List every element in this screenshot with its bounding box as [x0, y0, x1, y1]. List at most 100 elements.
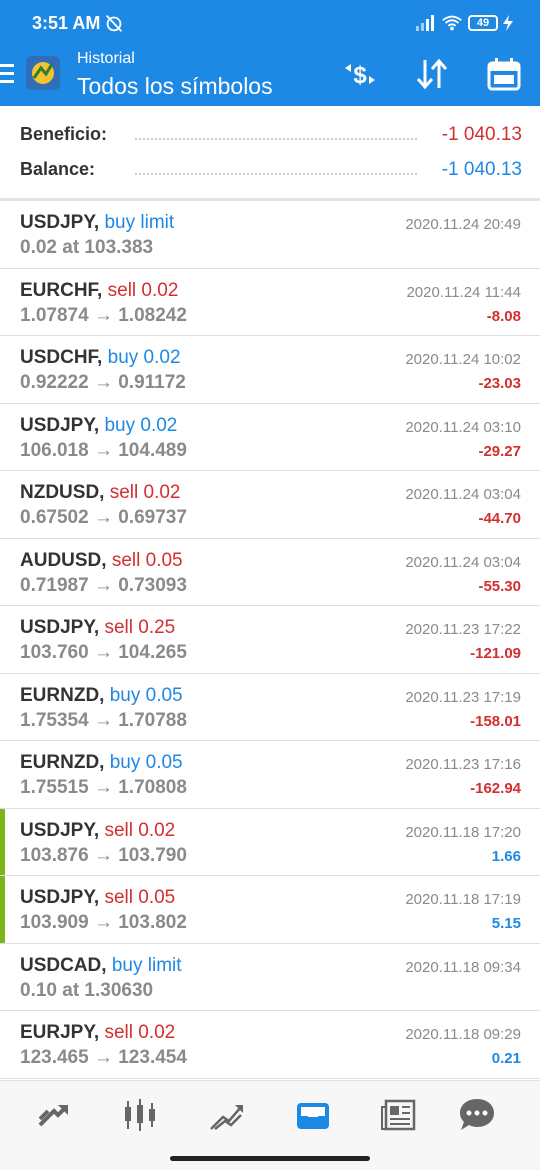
home-indicator[interactable]	[170, 1156, 370, 1161]
trade-list: USDJPY, buy limit 0.02 at 103.383 2020.1…	[0, 201, 540, 1079]
charging-icon	[503, 15, 513, 31]
trade-type: buy limit	[111, 954, 182, 976]
trade-profit: -121.09	[470, 645, 521, 662]
trade-symbol: NZDUSD,	[20, 482, 105, 503]
trade-symbol: USDJPY,	[20, 414, 100, 436]
trade-row[interactable]: USDJPY, sell 0.05 103.909 → 103.802 2020…	[0, 876, 540, 944]
page-subtitle: Historial	[77, 50, 135, 67]
trade-row[interactable]: NZDUSD, sell 0.02 0.67502 → 0.69737 2020…	[0, 471, 540, 539]
trade-type: buy 0.02	[107, 347, 181, 368]
trade-symbol: USDCAD,	[20, 954, 107, 976]
trade-type: sell 0.02	[104, 1022, 176, 1043]
trade-prices: 0.92222 → 0.91172	[20, 372, 186, 393]
chart-icon[interactable]	[120, 1095, 160, 1135]
currency-exchange-icon[interactable]: $	[340, 54, 380, 94]
trade-icon[interactable]	[207, 1095, 247, 1135]
trade-symbol: USDJPY,	[20, 819, 100, 841]
trade-type: sell 0.02	[107, 279, 179, 301]
trade-symbol: USDCHF,	[20, 347, 103, 368]
trade-row[interactable]: EURJPY, sell 0.02 123.465 → 123.454 2020…	[0, 1011, 540, 1079]
calendar-icon[interactable]	[484, 54, 524, 94]
trade-date: 2020.11.24 10:02	[405, 351, 521, 368]
trade-profit: -55.30	[478, 577, 521, 595]
trade-profit: -23.03	[478, 375, 521, 392]
trade-prices: 0.02 at 103.383	[20, 237, 154, 258]
trade-profit: -29.27	[478, 442, 521, 460]
trade-prices: 1.75354 → 1.70788	[20, 709, 187, 731]
trade-type: buy 0.05	[109, 684, 183, 706]
trade-prices: 123.465 → 123.454	[20, 1047, 187, 1068]
trade-type: buy 0.02	[104, 414, 178, 436]
profit-label: Beneficio:	[20, 124, 108, 144]
trade-prices: 1.07874 → 1.08242	[20, 304, 187, 326]
trade-row[interactable]: USDCHF, buy 0.02 0.92222 → 0.91172 2020.…	[0, 336, 540, 404]
trade-date: 2020.11.23 17:19	[405, 688, 521, 706]
trade-row[interactable]: USDCAD, buy limit 0.10 at 1.30630 2020.1…	[0, 943, 540, 1011]
top-bar: 3:51 AM 49 Historial Todos los símbolos …	[0, 0, 540, 106]
wifi-icon	[442, 15, 462, 31]
trade-date: 2020.11.18 09:29	[405, 1026, 521, 1043]
news-icon[interactable]	[380, 1095, 420, 1135]
status-time: 3:51 AM	[32, 13, 101, 33]
trade-date: 2020.11.23 17:22	[405, 621, 521, 638]
trade-symbol: USDJPY,	[20, 617, 100, 638]
trade-date: 2020.11.24 03:10	[405, 418, 521, 436]
trade-type: sell 0.05	[104, 887, 176, 908]
svg-text:$: $	[353, 62, 367, 89]
menu-icon[interactable]	[0, 64, 16, 86]
trade-date: 2020.11.18 09:34	[405, 958, 521, 976]
status-bar: 3:51 AM 49	[0, 0, 540, 46]
trade-symbol: EURCHF,	[20, 279, 103, 301]
trade-date: 2020.11.18 17:19	[405, 891, 521, 908]
trade-row[interactable]: USDJPY, sell 0.25 103.760 → 104.265 2020…	[0, 606, 540, 674]
balance-value: -1 040.13	[441, 159, 522, 180]
history-icon[interactable]	[293, 1095, 333, 1135]
signal-icon	[416, 15, 434, 31]
page-title[interactable]: Todos los símbolos	[77, 73, 273, 100]
trade-prices: 0.10 at 1.30630	[20, 979, 154, 1001]
trade-prices: 106.018 → 104.489	[20, 439, 187, 461]
trade-date: 2020.11.18 17:20	[405, 823, 521, 841]
balance-row: Balance: -1 040.13	[20, 159, 522, 189]
trade-row[interactable]: USDJPY, sell 0.02 103.876 → 103.790 2020…	[0, 808, 540, 876]
trade-prices: 103.876 → 103.790	[20, 844, 187, 866]
chat-icon[interactable]	[457, 1095, 497, 1135]
trade-prices: 103.909 → 103.802	[20, 912, 187, 933]
trade-row[interactable]: AUDUSD, sell 0.05 0.71987 → 0.73093 2020…	[0, 538, 540, 606]
trade-row[interactable]: EURNZD, buy 0.05 1.75515 → 1.70808 2020.…	[0, 741, 540, 809]
quotes-icon[interactable]	[34, 1095, 74, 1135]
trade-profit: -44.70	[478, 510, 521, 527]
trade-profit: 0.21	[491, 1050, 521, 1067]
trade-profit: 5.15	[491, 915, 521, 932]
dotted-leader	[135, 138, 417, 140]
trade-row[interactable]: EURNZD, buy 0.05 1.75354 → 1.70788 2020.…	[0, 673, 540, 741]
app-bar: Historial Todos los símbolos $	[0, 46, 540, 106]
trade-profit: -8.08	[486, 307, 521, 325]
trade-row[interactable]: USDJPY, buy 0.02 106.018 → 104.489 2020.…	[0, 403, 540, 471]
trade-type: sell 0.25	[104, 617, 176, 638]
trade-prices: 0.71987 → 0.73093	[20, 574, 187, 596]
trade-symbol: USDJPY,	[20, 887, 100, 908]
trade-symbol: EURNZD,	[20, 684, 105, 706]
profit-row: Beneficio: -1 040.13	[20, 124, 522, 154]
trade-symbol: USDJPY,	[20, 212, 100, 233]
trade-symbol: EURJPY,	[20, 1022, 100, 1043]
trade-date: 2020.11.24 20:49	[405, 216, 521, 233]
trade-type: sell 0.02	[104, 819, 176, 841]
profit-value: -1 040.13	[441, 124, 522, 145]
trade-date: 2020.11.24 03:04	[405, 553, 521, 571]
app-logo-icon	[26, 56, 60, 90]
trade-type: buy 0.05	[109, 752, 183, 773]
trade-prices: 103.760 → 104.265	[20, 642, 187, 663]
trade-symbol: AUDUSD,	[20, 549, 107, 571]
trade-date: 2020.11.23 17:16	[405, 756, 521, 773]
trade-row[interactable]: EURCHF, sell 0.02 1.07874 → 1.08242 2020…	[0, 268, 540, 336]
trade-type: buy limit	[104, 212, 175, 233]
trade-type: sell 0.02	[109, 482, 181, 503]
dotted-leader	[135, 173, 417, 175]
trade-row[interactable]: USDJPY, buy limit 0.02 at 103.383 2020.1…	[0, 201, 540, 269]
battery-icon: 49	[468, 15, 498, 31]
sort-icon[interactable]	[412, 54, 452, 94]
trade-profit: 1.66	[491, 847, 521, 865]
trade-date: 2020.11.24 11:44	[406, 283, 521, 301]
